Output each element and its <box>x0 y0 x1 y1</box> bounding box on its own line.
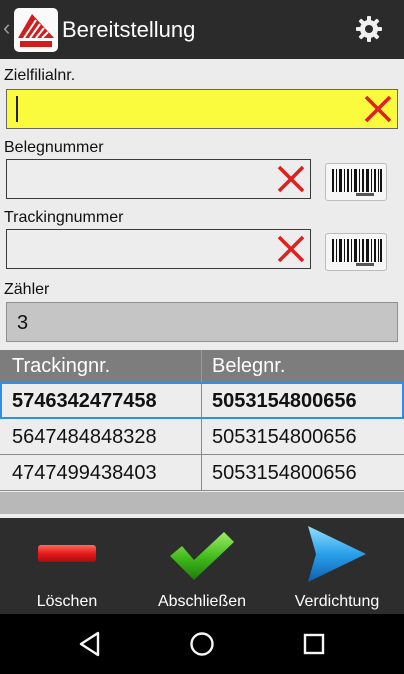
app-bar: ‹ Bereitstellung <box>0 0 404 59</box>
document-number-input[interactable] <box>6 159 311 199</box>
barcode-icon <box>332 239 382 266</box>
column-header-document[interactable]: Belegnr. <box>212 355 285 378</box>
delete-label: Löschen <box>36 593 98 610</box>
clear-icon[interactable] <box>276 164 306 194</box>
column-divider <box>201 455 202 491</box>
clear-icon[interactable] <box>276 234 306 264</box>
delete-button[interactable]: Löschen <box>0 518 134 614</box>
page-title: Bereitstellung <box>62 17 196 42</box>
scan-tracking-barcode-button[interactable] <box>325 233 387 271</box>
recents-icon[interactable] <box>298 628 330 660</box>
minus-icon <box>38 545 96 562</box>
finish-label: Abschließen <box>157 593 247 610</box>
target-branch-label: Zielfilialnr. <box>4 67 76 84</box>
tracking-number-label: Trackingnummer <box>4 209 124 226</box>
document-number-label: Belegnummer <box>4 139 104 156</box>
text-caret <box>16 96 18 122</box>
scan-document-barcode-button[interactable] <box>325 163 387 201</box>
document-cell: 5053154800656 <box>212 390 357 412</box>
column-header-tracking[interactable]: Trackingnr. <box>12 355 110 378</box>
finish-button[interactable]: Abschließen <box>134 518 270 614</box>
content-area: Zielfilialnr. Belegnummer Trackingnummer… <box>0 59 404 514</box>
column-divider <box>201 350 202 382</box>
tracking-cell: 5746342477458 <box>12 390 157 412</box>
tracking-cell: 5647484848328 <box>12 426 157 448</box>
column-divider <box>201 419 202 455</box>
clear-icon[interactable] <box>363 94 393 124</box>
document-cell: 5053154800656 <box>212 462 357 484</box>
document-cell: 5053154800656 <box>212 426 357 448</box>
app-logo-icon[interactable] <box>14 8 58 52</box>
consolidation-button[interactable]: Verdichtung <box>270 518 404 614</box>
tracking-number-input[interactable] <box>6 229 311 269</box>
back-icon[interactable] <box>74 628 106 660</box>
counter-field: 3 <box>6 302 398 342</box>
barcode-icon <box>332 169 382 196</box>
home-icon[interactable] <box>186 628 218 660</box>
tracking-cell: 4747499438403 <box>12 462 157 484</box>
counter-label: Zähler <box>4 281 50 298</box>
checkmark-icon <box>170 532 234 580</box>
table-row[interactable]: 4747499438403 5053154800656 <box>0 455 404 491</box>
table-row[interactable]: 5647484848328 5053154800656 <box>0 419 404 455</box>
action-bar: Löschen Abschließen Verdichtung <box>0 518 404 614</box>
table-header-row: Trackingnr. Belegnr. <box>0 350 404 382</box>
consolidation-label: Verdichtung <box>294 593 380 610</box>
counter-value: 3 <box>17 312 29 334</box>
table-empty-area <box>0 492 404 514</box>
target-branch-input[interactable] <box>6 89 398 129</box>
column-divider <box>201 384 202 417</box>
gear-icon[interactable] <box>354 14 384 44</box>
system-navigation-bar <box>0 614 404 674</box>
table-row[interactable]: 5746342477458 5053154800656 <box>0 382 404 419</box>
chevron-left-icon[interactable]: ‹ <box>3 17 10 39</box>
play-arrow-icon <box>308 526 366 582</box>
